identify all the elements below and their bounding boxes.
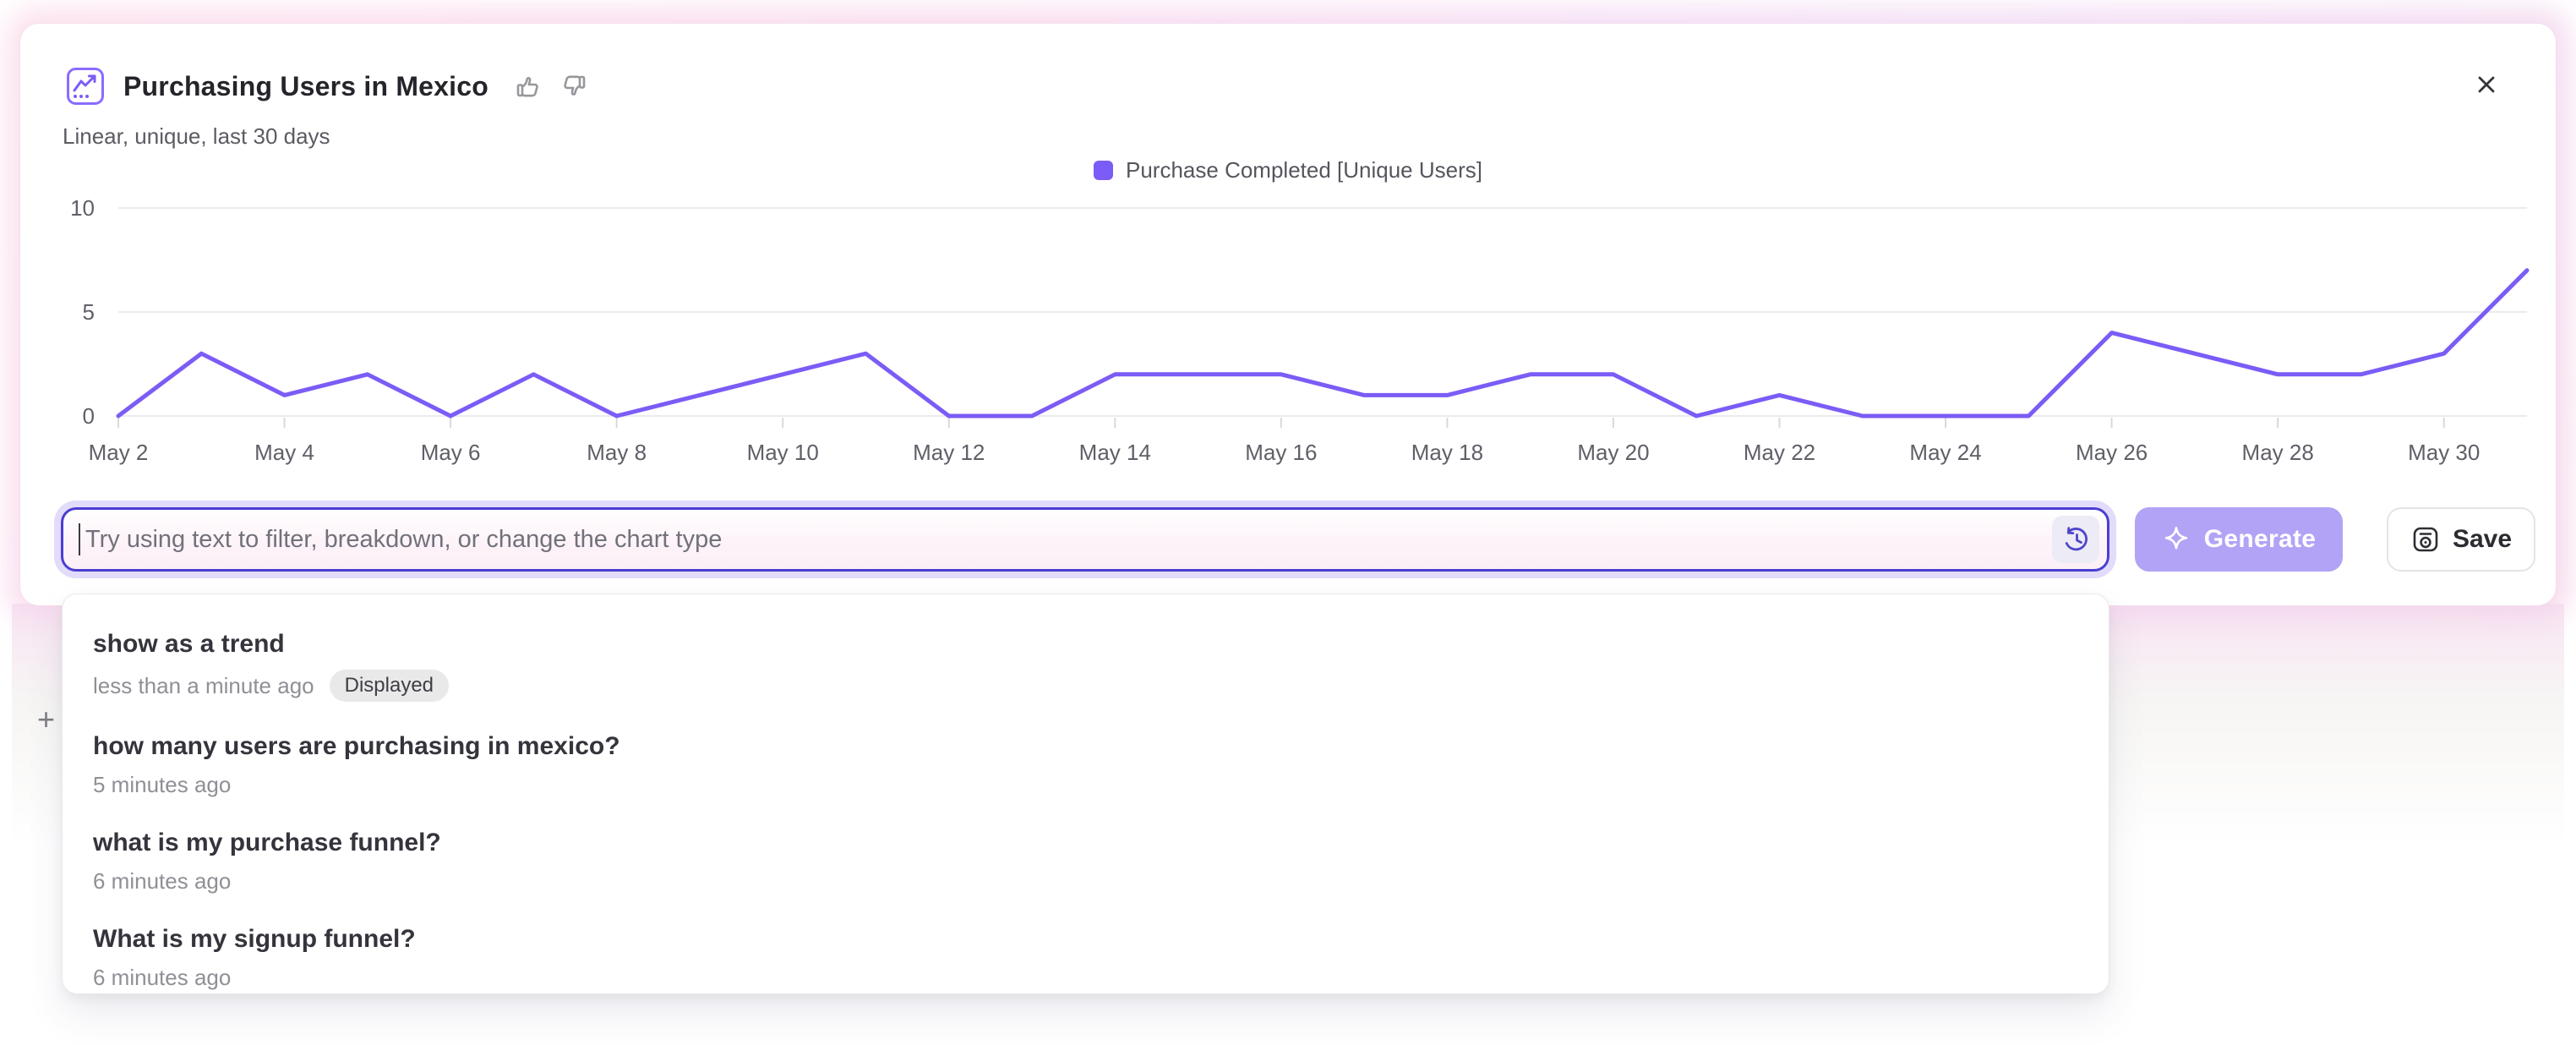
history-item[interactable]: show as a trend less than a minute ago D… bbox=[63, 615, 2109, 717]
x-tick-label: May 12 bbox=[913, 440, 985, 465]
history-dropdown: show as a trend less than a minute ago D… bbox=[62, 594, 2109, 994]
generate-button[interactable]: Generate bbox=[2135, 507, 2343, 572]
x-tick-label: May 2 bbox=[89, 440, 149, 465]
history-clock-icon bbox=[2060, 523, 2092, 555]
x-tick-label: May 24 bbox=[1909, 440, 1981, 465]
y-tick-label: 5 bbox=[83, 299, 95, 325]
legend-swatch bbox=[1094, 161, 1113, 180]
line-chart-svg: 0 5 10 May 2 May 4 May 6 May 8 May 10 May 12 May … bbox=[20, 184, 2556, 480]
x-tick-label: May 4 bbox=[254, 440, 314, 465]
legend-label: Purchase Completed [Unique Users] bbox=[1126, 157, 1482, 183]
thumb-up-icon bbox=[514, 72, 543, 101]
x-tick-label: May 18 bbox=[1411, 440, 1483, 465]
legend: Purchase Completed [Unique Users] bbox=[20, 157, 2556, 183]
save-button[interactable]: Save bbox=[2387, 507, 2535, 572]
x-tick-label: May 20 bbox=[1577, 440, 1649, 465]
history-item-time: 5 minutes ago bbox=[93, 772, 231, 798]
history-item-time: 6 minutes ago bbox=[93, 965, 231, 991]
series-line bbox=[118, 271, 2527, 416]
x-tick-label: May 22 bbox=[1744, 440, 1815, 465]
page-title: Purchasing Users in Mexico bbox=[123, 71, 488, 102]
background-plus-icon: + bbox=[37, 702, 55, 737]
close-icon bbox=[2473, 71, 2500, 98]
history-item-badge: Displayed bbox=[330, 670, 449, 702]
history-item-title: what is my purchase funnel? bbox=[93, 829, 2078, 857]
history-item-title: how many users are purchasing in mexico? bbox=[93, 732, 2078, 761]
generate-label: Generate bbox=[2204, 525, 2316, 554]
history-item-title: What is my signup funnel? bbox=[93, 925, 2078, 954]
x-tick-label: May 10 bbox=[747, 440, 819, 465]
prompt-bar: Generate Save bbox=[61, 507, 2535, 572]
history-item-title: show as a trend bbox=[93, 630, 2078, 659]
history-item-time: 6 minutes ago bbox=[93, 868, 231, 895]
x-tick-label: May 8 bbox=[587, 440, 647, 465]
card-header: Purchasing Users in Mexico bbox=[66, 64, 588, 108]
line-chart-icon bbox=[66, 67, 105, 106]
y-tick-label: 10 bbox=[70, 195, 95, 221]
x-tick-label: May 30 bbox=[2408, 440, 2480, 465]
history-button[interactable] bbox=[2052, 516, 2099, 563]
x-tick-label: May 14 bbox=[1079, 440, 1151, 465]
thumb-down-icon bbox=[559, 72, 588, 101]
thumbs-down-button[interactable] bbox=[559, 72, 588, 101]
history-item[interactable]: what is my purchase funnel? 6 minutes ag… bbox=[63, 813, 2109, 910]
close-button[interactable] bbox=[2470, 68, 2503, 101]
prompt-input[interactable] bbox=[80, 510, 2052, 569]
x-tick-label: May 28 bbox=[2242, 440, 2314, 465]
save-icon bbox=[2410, 524, 2441, 555]
sparkle-icon bbox=[2162, 525, 2191, 554]
chart-card: Purchasing Users in Mexico Linear, uniqu… bbox=[20, 24, 2556, 605]
x-tick-label: May 26 bbox=[2076, 440, 2148, 465]
y-tick-label: 0 bbox=[83, 403, 95, 429]
history-item[interactable]: how many users are purchasing in mexico?… bbox=[63, 717, 2109, 813]
prompt-input-wrap bbox=[61, 507, 2109, 572]
x-tick-label: May 16 bbox=[1245, 440, 1317, 465]
history-item-time: less than a minute ago bbox=[93, 673, 314, 699]
thumbs-up-button[interactable] bbox=[514, 72, 543, 101]
save-label: Save bbox=[2453, 525, 2512, 554]
line-chart: 0 5 10 May 2 May 4 May 6 May 8 May 10 May 12 May … bbox=[20, 184, 2556, 480]
history-item[interactable]: What is my signup funnel? 6 minutes ago bbox=[63, 910, 2109, 994]
chart-subtitle: Linear, unique, last 30 days bbox=[63, 123, 330, 150]
x-tick-label: May 6 bbox=[421, 440, 481, 465]
